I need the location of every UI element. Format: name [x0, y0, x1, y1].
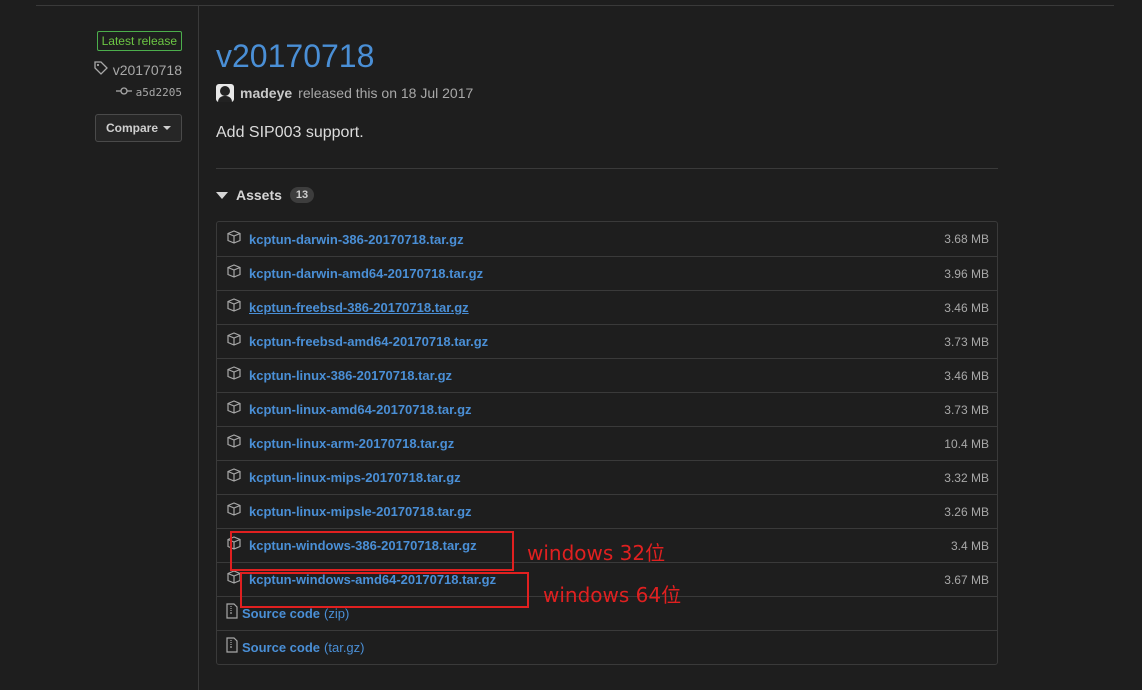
asset-link[interactable]: kcptun-linux-mipsle-20170718.tar.gz — [249, 504, 944, 519]
package-icon — [226, 229, 242, 250]
file-zip-icon — [226, 603, 238, 624]
asset-link[interactable]: kcptun-linux-386-20170718.tar.gz — [249, 368, 944, 383]
asset-size: 3.4 MB — [950, 538, 989, 553]
asset-size: 3.46 MB — [944, 368, 989, 383]
asset-size: 3.46 MB — [944, 300, 989, 315]
source-row: Source code (tar.gz) — [217, 630, 997, 664]
triangle-down-icon — [216, 191, 228, 199]
asset-size: 3.68 MB — [944, 232, 989, 246]
package-icon — [226, 467, 242, 488]
latest-release-badge: Latest release — [96, 31, 182, 51]
source-format[interactable]: (zip) — [324, 606, 349, 621]
release-description: Add SIP003 support. — [216, 124, 364, 141]
author-link[interactable]: madeye — [240, 85, 292, 101]
asset-link[interactable]: kcptun-freebsd-amd64-20170718.tar.gz — [249, 334, 944, 349]
asset-size: 3.73 MB — [944, 402, 989, 417]
asset-size: 3.96 MB — [944, 266, 989, 281]
asset-link[interactable]: kcptun-linux-mips-20170718.tar.gz — [249, 470, 944, 485]
tag-link[interactable]: v20170718 — [60, 61, 182, 78]
asset-link[interactable]: kcptun-darwin-386-20170718.tar.gz — [249, 232, 944, 247]
assets-label: Assets — [236, 187, 282, 203]
asset-row: kcptun-darwin-amd64-20170718.tar.gz 3.96… — [217, 256, 997, 290]
source-link[interactable]: Source code — [242, 640, 320, 655]
compare-button[interactable]: Compare — [94, 114, 182, 142]
asset-row: kcptun-darwin-386-20170718.tar.gz 3.68 M… — [217, 222, 997, 256]
asset-size: 3.73 MB — [944, 334, 989, 349]
asset-size: 3.26 MB — [944, 504, 989, 519]
asset-size: 3.67 MB — [944, 572, 989, 587]
asset-row: kcptun-linux-mips-20170718.tar.gz 3.32 M… — [217, 460, 997, 494]
asset-row: kcptun-linux-arm-20170718.tar.gz 10.4 MB — [217, 426, 997, 460]
chevron-down-icon — [163, 126, 171, 130]
asset-link[interactable]: kcptun-freebsd-386-20170718.tar.gz — [249, 300, 944, 315]
release-title[interactable]: v20170718 — [216, 36, 998, 76]
assets-count-badge: 13 — [289, 187, 315, 203]
asset-row: kcptun-linux-386-20170718.tar.gz 3.46 MB — [217, 358, 997, 392]
tag-label: v20170718 — [112, 61, 182, 78]
asset-row: kcptun-freebsd-386-20170718.tar.gz 3.46 … — [217, 290, 997, 324]
package-icon — [226, 331, 242, 352]
asset-row: kcptun-freebsd-amd64-20170718.tar.gz 3.7… — [217, 324, 997, 358]
annotation-box-win32 — [230, 531, 514, 571]
release-byline: madeye released this on 18 Jul 2017 — [216, 84, 998, 102]
annotation-label-win64: windows 64位 — [543, 583, 682, 607]
commit-icon — [115, 86, 132, 99]
asset-link[interactable]: kcptun-linux-arm-20170718.tar.gz — [249, 436, 944, 451]
asset-size: 3.32 MB — [944, 470, 989, 485]
commit-sha: a5d2205 — [135, 86, 182, 99]
package-icon — [226, 399, 242, 420]
source-format[interactable]: (tar.gz) — [324, 640, 364, 655]
release-page: Latest release v20170718 a5d2205 Compare… — [0, 0, 1142, 690]
package-icon — [226, 365, 242, 386]
avatar[interactable] — [216, 84, 234, 102]
asset-row: kcptun-linux-mipsle-20170718.tar.gz 3.26… — [217, 494, 997, 528]
commit-link[interactable]: a5d2205 — [60, 86, 182, 99]
section-divider — [216, 168, 998, 169]
asset-link[interactable]: kcptun-darwin-amd64-20170718.tar.gz — [249, 266, 944, 281]
file-zip-icon — [226, 637, 238, 658]
package-icon — [226, 501, 242, 522]
assets-toggle[interactable]: Assets 13 — [216, 187, 998, 203]
asset-size: 10.4 MB — [944, 436, 989, 451]
package-icon — [226, 263, 242, 284]
package-icon — [226, 433, 242, 454]
asset-row: kcptun-linux-amd64-20170718.tar.gz 3.73 … — [217, 392, 997, 426]
asset-link[interactable]: kcptun-linux-amd64-20170718.tar.gz — [249, 402, 944, 417]
tag-icon — [94, 61, 108, 78]
source-link[interactable]: Source code — [242, 606, 320, 621]
timeline-divider — [198, 5, 199, 690]
release-meta: Latest release v20170718 a5d2205 Compare — [60, 31, 182, 142]
package-icon — [226, 297, 242, 318]
compare-label: Compare — [105, 121, 158, 135]
annotation-label-win32: windows 32位 — [527, 541, 666, 565]
annotation-box-win64 — [240, 572, 529, 608]
byline-text: released this on 18 Jul 2017 — [298, 85, 474, 101]
